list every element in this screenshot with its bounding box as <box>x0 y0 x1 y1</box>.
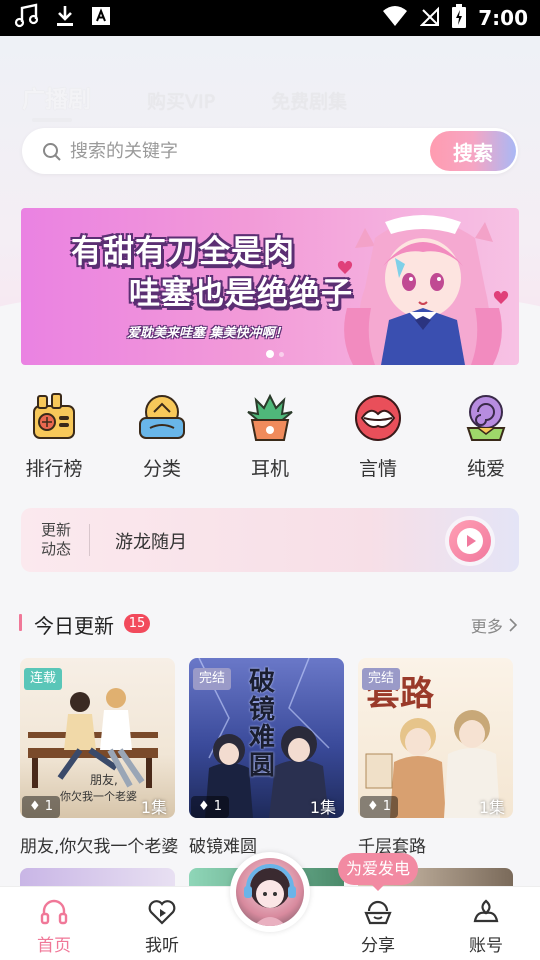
section-title: 今日更新 <box>34 614 114 638</box>
account-icon <box>473 899 499 923</box>
music-note-icon <box>14 3 40 33</box>
category-label: 言情 <box>358 458 397 480</box>
wifi-icon <box>382 5 408 31</box>
download-icon <box>54 3 76 33</box>
drama-cover-partial[interactable] <box>20 868 175 888</box>
drama-card[interactable]: 朋友, 你欠我一个老婆 连载 ♦ 1 1集 朋友,你欠我一个老婆 <box>20 658 179 857</box>
play-count: ♦ 1 <box>360 796 399 818</box>
play-icon <box>457 528 483 554</box>
category-headphones[interactable]: 耳机 <box>216 392 324 481</box>
tab-buy-vip[interactable]: 购买VIP <box>147 87 215 114</box>
news-tag: 更新动态 <box>41 521 72 558</box>
episode-count: 1集 <box>309 798 336 817</box>
category-grid: 排行榜 分类 耳机 言情 纯爱 <box>0 392 540 481</box>
more-label: 更多 <box>470 617 503 636</box>
nav-my-listening[interactable]: 我听 <box>108 887 216 960</box>
battery-charging-icon <box>452 4 467 32</box>
nav-label: 分享 <box>361 936 395 956</box>
radio-icon <box>33 393 75 439</box>
nav-account[interactable]: 账号 <box>432 887 540 960</box>
category-label: 分类 <box>142 458 181 480</box>
nav-label: 账号 <box>469 936 503 956</box>
search-button[interactable]: 搜索 <box>430 131 516 171</box>
center-avatar-button[interactable] <box>230 852 310 932</box>
drama-cover: 朋友, 你欠我一个老婆 连载 ♦ 1 1集 <box>20 658 175 818</box>
share-cloud-icon <box>364 900 392 925</box>
category-ranking[interactable]: 排行榜 <box>0 392 108 481</box>
category-label: 纯爱 <box>466 458 505 480</box>
avatar <box>236 858 304 926</box>
search-bar: 搜索 <box>22 128 518 174</box>
tab-free-episodes[interactable]: 免费剧集 <box>271 87 347 114</box>
carousel-dot <box>279 352 284 357</box>
anime-girl-illustration <box>337 215 509 365</box>
category-pure-love[interactable]: 纯爱 <box>432 392 540 481</box>
play-count: ♦ 1 <box>191 796 230 818</box>
nav-label: 我听 <box>145 936 179 956</box>
drama-card[interactable]: 套路 完结 ♦ 1 1集 千层套路 <box>358 658 513 857</box>
avatar-illustration <box>244 864 296 926</box>
banner-headline: 有甜有刀全是肉 <box>71 234 295 270</box>
top-tabs: 广播剧 购买VIP 免费剧集 <box>22 80 347 122</box>
divider <box>89 524 90 556</box>
completed-tag: 完结 <box>362 668 401 690</box>
carousel-dot-active <box>266 350 274 358</box>
update-count-badge: 15 <box>124 614 150 633</box>
no-signal-icon <box>419 5 440 31</box>
search-input[interactable] <box>70 128 430 174</box>
lips-icon <box>355 395 401 441</box>
nav-label: 首页 <box>37 936 71 956</box>
play-button[interactable] <box>449 520 491 562</box>
font-a-icon <box>90 5 112 31</box>
play-count: ♦ 1 <box>22 796 61 818</box>
clock-time: 7:00 <box>478 6 528 30</box>
episode-count: 1集 <box>478 798 505 817</box>
chevron-right-icon <box>509 618 518 632</box>
category-label: 耳机 <box>250 458 289 480</box>
category-classify[interactable]: 分类 <box>108 392 216 481</box>
drama-cover: 套路 完结 ♦ 1 1集 <box>358 658 513 818</box>
drama-card[interactable]: 破镜难圆 完结 ♦ 1 1集 破镜难圆 <box>189 658 344 857</box>
completed-tag: 完结 <box>193 668 232 690</box>
drama-title: 朋友,你欠我一个老婆 <box>20 837 179 857</box>
update-news-bar[interactable]: 更新动态 游龙随月 <box>21 508 519 572</box>
search-icon <box>42 142 62 166</box>
svg-text:朋友,: 朋友, <box>90 773 118 787</box>
drama-cover: 破镜难圆 完结 ♦ 1 1集 <box>189 658 344 818</box>
serial-tag: 连载 <box>24 668 63 690</box>
news-title: 游龙随月 <box>115 532 187 553</box>
category-label: 排行榜 <box>25 458 83 480</box>
promo-banner[interactable]: 有甜有刀全是肉 哇塞也是绝绝子 爱耽美来哇塞 集美快冲啊！ <box>21 208 519 365</box>
nav-share[interactable]: 分享 <box>324 887 432 960</box>
svg-text:你欠我一个老婆: 你欠我一个老婆 <box>60 789 137 803</box>
lollipop-icon <box>466 395 506 441</box>
today-update-list: 朋友, 你欠我一个老婆 连载 ♦ 1 1集 朋友,你欠我一个老婆 破镜难圆 完结… <box>20 658 513 857</box>
succulent-icon <box>247 393 293 441</box>
episode-count: 1集 <box>140 798 167 817</box>
nav-home[interactable]: 首页 <box>0 887 108 960</box>
status-bar: 7:00 <box>0 0 540 36</box>
section-accent-bar <box>19 614 22 631</box>
category-romance[interactable]: 言情 <box>324 392 432 481</box>
tab-radio-drama[interactable]: 广播剧 <box>22 80 91 122</box>
more-link[interactable]: 更多 <box>471 613 518 637</box>
banner-slogan: 爱耽美来哇塞 集美快冲啊！ <box>127 326 288 341</box>
headphones-icon <box>40 899 68 925</box>
category-icon <box>139 395 185 439</box>
heart-play-icon <box>148 900 176 925</box>
banner-subheadline: 哇塞也是绝绝子 <box>129 276 353 312</box>
power-love-bubble[interactable]: 为爱发电 <box>338 853 418 891</box>
cover-title: 破镜难圆 <box>249 667 276 781</box>
